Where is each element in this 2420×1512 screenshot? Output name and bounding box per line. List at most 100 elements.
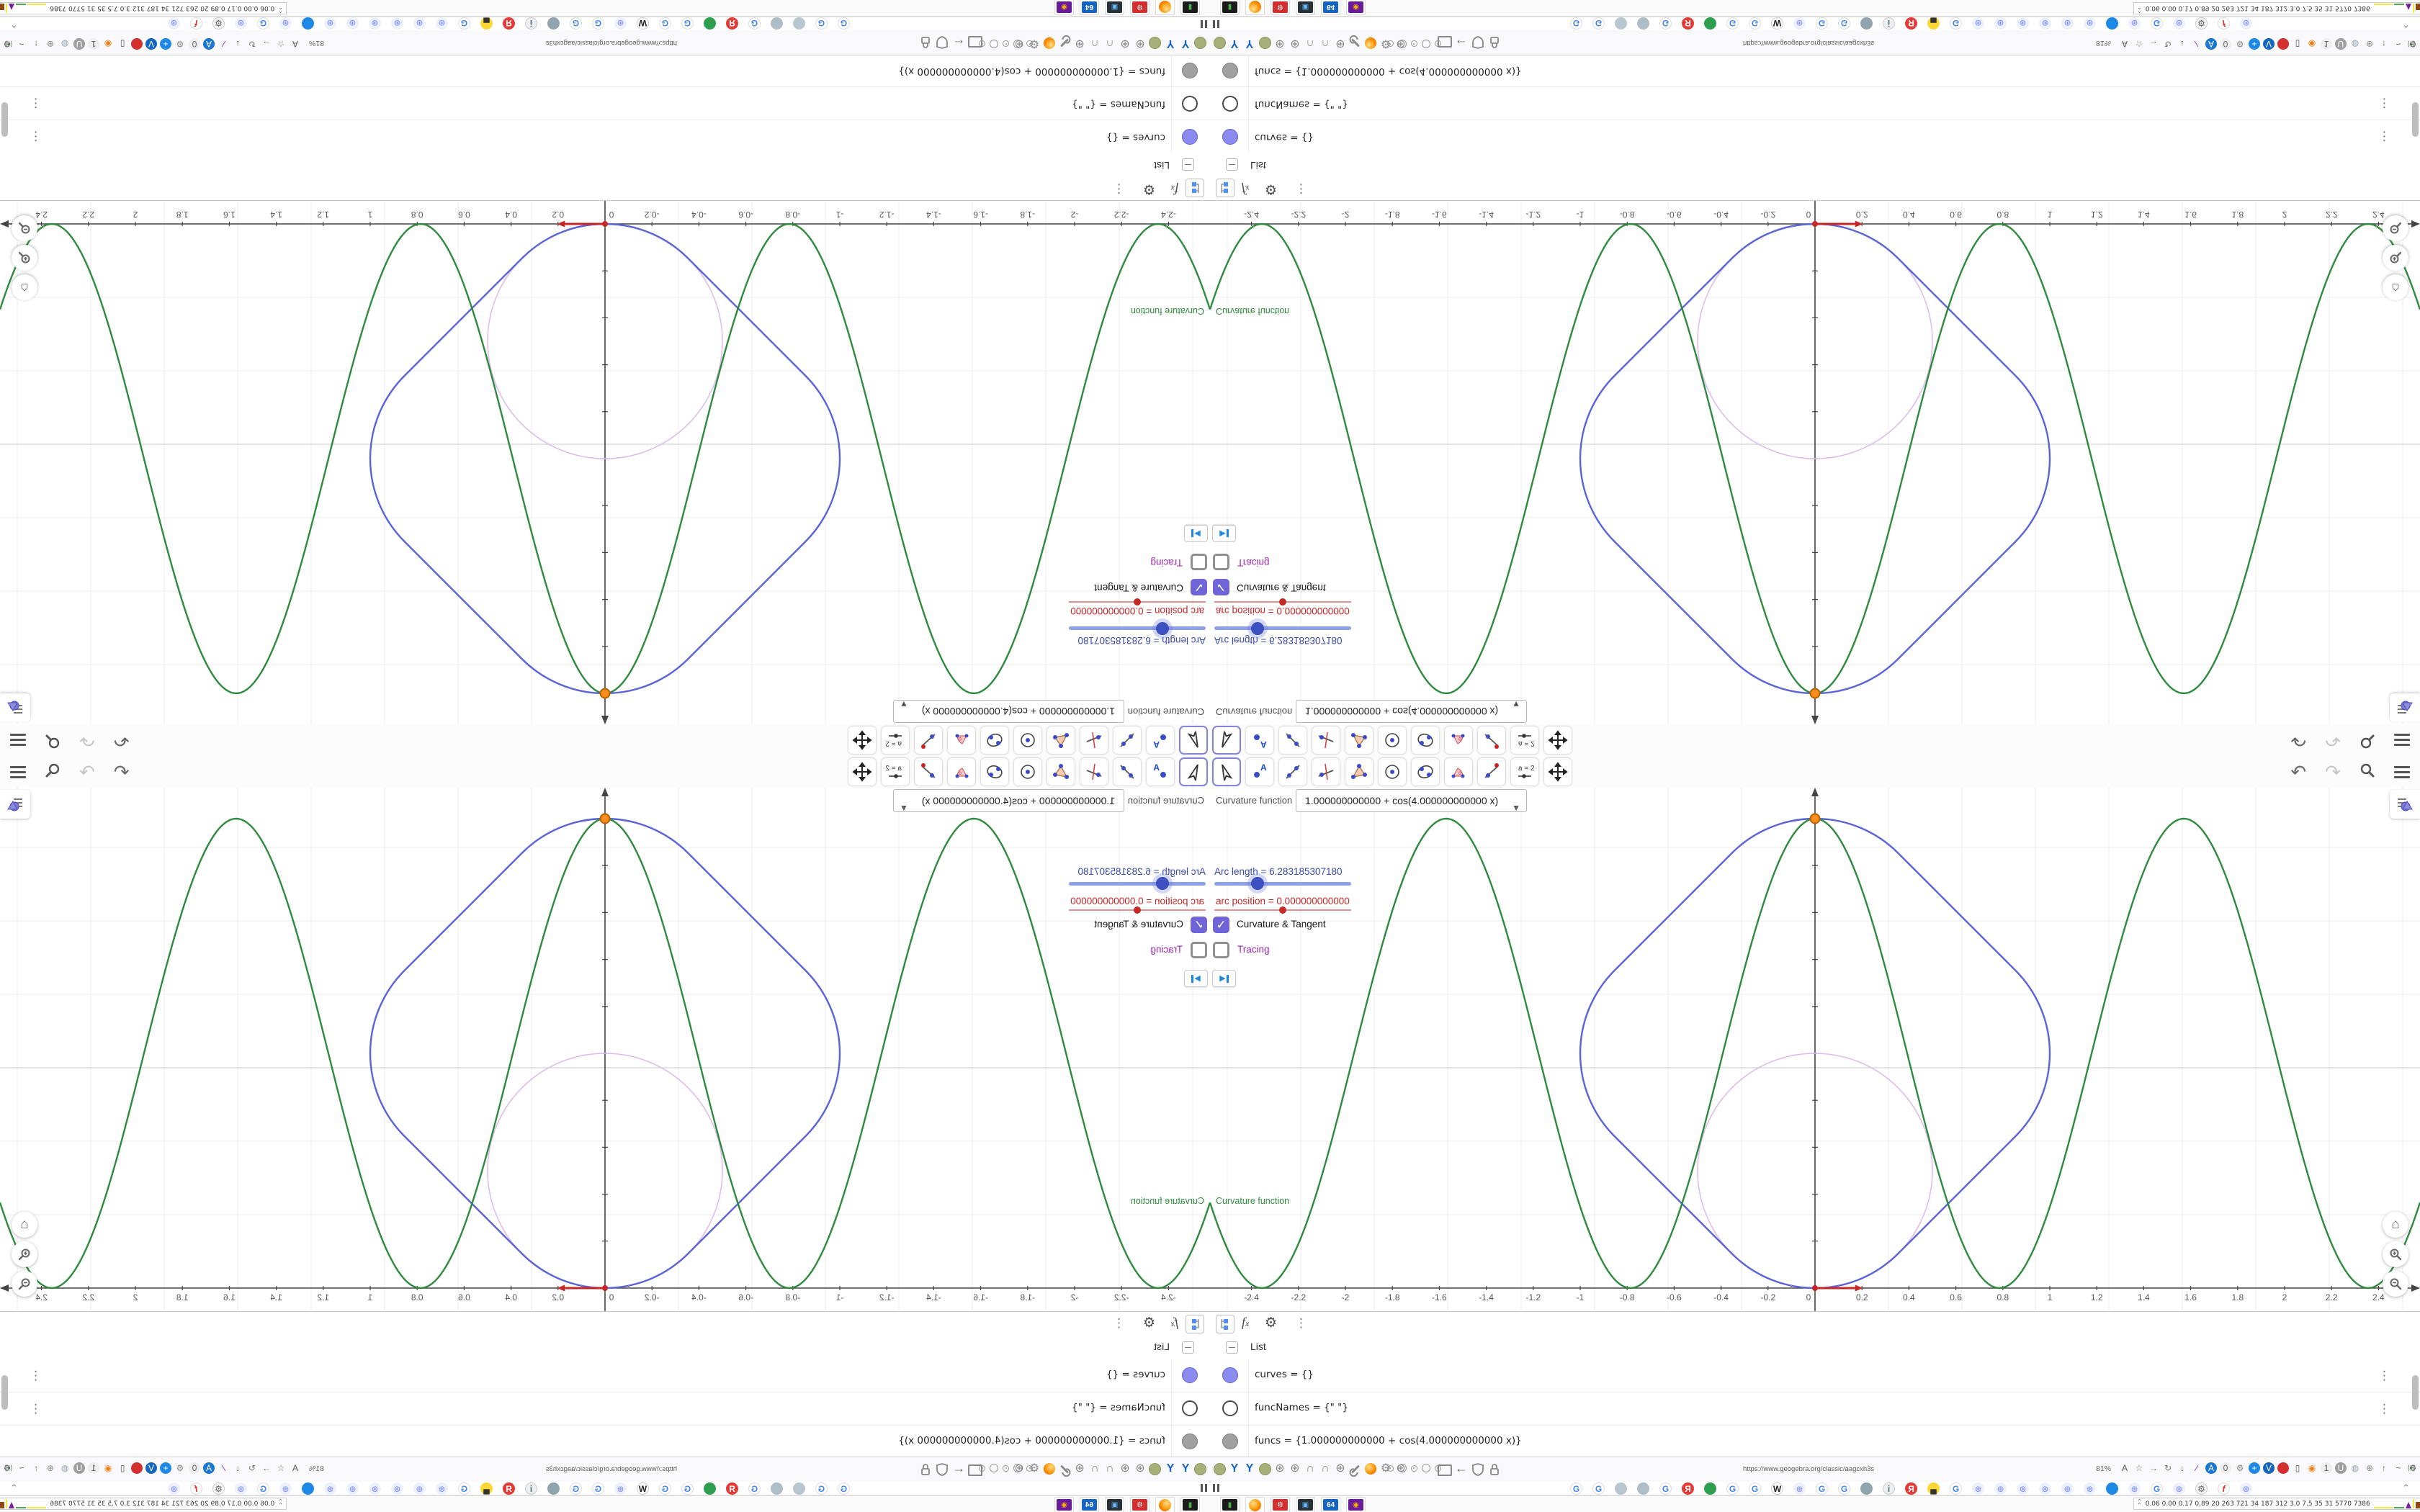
tab-favicons[interactable]: G G G Я G G W ⊛ G Gi Я ▄ G ⊛ ⊛ ⊛ ⊛ ⊛ ⊛ ⊛ G ⊛ ⚙ f ⊛: [1570, 1482, 2252, 1495]
tab-favicon[interactable]: [704, 1482, 716, 1495]
tab-favicon[interactable]: [771, 1482, 783, 1495]
extension-icon[interactable]: ◉: [2306, 38, 2318, 50]
firefox-icon[interactable]: [1364, 37, 1377, 50]
tab-favicon[interactable]: ⊛: [279, 1482, 292, 1495]
tab-favicon[interactable]: Я: [1905, 17, 1917, 30]
tab-favicon[interactable]: G: [659, 17, 671, 30]
polygon-tool[interactable]: [1345, 726, 1373, 755]
headset-icon[interactable]: ∩: [1088, 1462, 1101, 1475]
tab-favicon[interactable]: Я: [1905, 1482, 1917, 1495]
tab-favicon[interactable]: [1637, 17, 1649, 30]
redo-icon[interactable]: ↷: [2325, 762, 2341, 781]
angle-tool[interactable]: α: [1444, 757, 1473, 786]
back-arrow-icon[interactable]: ←: [952, 1461, 965, 1476]
dot-icon[interactable]: [1387, 1464, 1394, 1472]
tool-buttons[interactable]: A α a = 2: [848, 726, 1208, 755]
tab-favicon[interactable]: G: [257, 17, 269, 30]
extension-icon[interactable]: ↓: [2177, 38, 2188, 50]
gear-icon[interactable]: ⚙: [1143, 181, 1155, 197]
wrench-icon[interactable]: [1349, 37, 1362, 50]
zoom-out-button[interactable]: [2383, 215, 2408, 241]
tab-favicon[interactable]: W: [637, 1482, 649, 1495]
tab-favicon[interactable]: ⊛: [1972, 1482, 1984, 1495]
home-button[interactable]: ⌂: [2383, 1212, 2408, 1238]
browser-action-icons[interactable]: A ☆ → ↻ ↓ ∕ A 0 ⚙ + V ▯ ◉ 1 U ◍ ⊕ ↑ ~ ⚙: [2119, 38, 2419, 50]
browser-action-icons[interactable]: A ☆ → ↻ ↓ ∕ A 0 ⚙ + V ▯ ◉ 1 U ◍ ⊕ ↑ ~ ⚙: [2119, 1462, 2419, 1474]
extension-icon[interactable]: U: [73, 38, 85, 50]
perpendicular-line-tool[interactable]: [1312, 757, 1340, 786]
curvature-function-dropdown[interactable]: 1.000000000000 + cos(4.000000000000 x) ▼: [893, 699, 1124, 723]
perpendicular-line-tool[interactable]: [1312, 726, 1340, 755]
taskbar-apps[interactable]: ▮ ⚙ ▣ 64 ◉: [1220, 0, 1366, 15]
tab-favicon[interactable]: [302, 1482, 314, 1495]
tab-favicon[interactable]: i: [525, 1482, 537, 1495]
graphics-stylebar-toggle[interactable]: [2390, 790, 2420, 819]
line-point-tool[interactable]: [914, 757, 943, 786]
visibility-toggle[interactable]: [1222, 1400, 1238, 1416]
line-tool[interactable]: [1278, 726, 1307, 755]
visibility-toggle[interactable]: [1222, 96, 1238, 112]
tool-buttons[interactable]: A α a = 2: [848, 757, 1208, 786]
redo-icon[interactable]: ↷: [79, 729, 95, 751]
graphics-stylebar-toggle[interactable]: [0, 693, 30, 722]
y-icon[interactable]: Y: [1243, 1462, 1256, 1475]
tab-favicon[interactable]: ⊛: [413, 1482, 426, 1495]
dot-icon[interactable]: [1003, 40, 1009, 48]
shield-icon[interactable]: [1472, 36, 1484, 49]
graph-plot[interactable]: -2.4 -2.2 -2 -1.8 -1.6 -1.4 -1.2 -1 -0.8 -0.6 -0.4…: [0, 201, 1210, 724]
tab-favicon[interactable]: G: [1726, 1482, 1739, 1495]
extension-icon[interactable]: ▯: [2292, 38, 2303, 50]
browser-extension-icons[interactable]: Y Y ⊕ ⊕ ∩ ∩ ⊕ ⚙ ⊕: [1013, 37, 1207, 50]
globe-icon[interactable]: ⊕: [1134, 1462, 1147, 1475]
tab-favicon[interactable]: [704, 17, 716, 30]
tab-favicon[interactable]: ⊛: [346, 17, 359, 30]
tab-favicon[interactable]: ⊛: [1972, 17, 1984, 30]
y-icon[interactable]: Y: [1228, 37, 1241, 50]
zoom-in-button[interactable]: [2383, 1241, 2408, 1267]
taskbar-apps[interactable]: ▮ ⚙ ▣ 64 ◉: [1054, 0, 1200, 15]
taskbar-app-display[interactable]: ▣: [1296, 1497, 1315, 1512]
extension-icon[interactable]: [131, 38, 143, 50]
tab-favicon[interactable]: Я: [1682, 17, 1694, 30]
home-button[interactable]: ⌂: [12, 1212, 37, 1238]
extension-icon[interactable]: ⚙: [2234, 38, 2246, 50]
globe-icon[interactable]: ⊕: [1334, 1462, 1347, 1475]
extension-icon[interactable]: ⚙: [174, 1462, 186, 1474]
globe-icon[interactable]: ⊕: [1073, 37, 1086, 50]
extension-icon[interactable]: 1: [2321, 1462, 2332, 1474]
ellipse-tool[interactable]: [980, 757, 1009, 786]
menu-icon[interactable]: [2394, 765, 2410, 778]
polygon-tool[interactable]: [1047, 726, 1075, 755]
extension-icon[interactable]: A: [203, 38, 215, 50]
extension-icon[interactable]: ☆: [275, 38, 287, 50]
blob-icon[interactable]: [1149, 1462, 1162, 1475]
tab-favicon[interactable]: W: [637, 17, 649, 30]
row-kebab-icon[interactable]: ⋮: [2378, 129, 2390, 143]
extension-icon[interactable]: ◉: [102, 38, 114, 50]
graphics-view[interactable]: -2.4 -2.2 -2 -1.8 -1.6 -1.4 -1.2 -1 -0.8 -0.6 -0.4…: [0, 201, 1210, 724]
extension-icon[interactable]: ↑: [2378, 38, 2390, 50]
system-monitor[interactable]: ⌃ ⌃ 0.06 0.00 0.17 0.89 20 263 721 34 187…: [0, 1498, 287, 1510]
tab-favicon[interactable]: G: [748, 17, 761, 30]
tab-favicon[interactable]: Я: [1682, 1482, 1694, 1495]
curvature-tangent-checkbox[interactable]: ✓: [1191, 579, 1207, 595]
folder-icon[interactable]: [968, 1464, 982, 1476]
slider-tool[interactable]: a = 2: [1510, 757, 1539, 786]
extension-icon[interactable]: →: [261, 1462, 272, 1474]
system-monitor[interactable]: ⌃ ⌃ 0.06 0.00 0.17 0.89 20 263 721 34 187…: [2133, 2, 2420, 14]
blob-icon[interactable]: [1194, 37, 1207, 50]
tab-favicon[interactable]: ▄: [480, 1482, 493, 1495]
tab-favicon[interactable]: ⊛: [614, 1482, 627, 1495]
extension-icon[interactable]: ⚙: [174, 38, 186, 50]
arc-position-slider-handle[interactable]: [1134, 598, 1141, 606]
step-forward-button[interactable]: ▶: [1184, 970, 1208, 987]
taskbar-app-firefox[interactable]: [1155, 0, 1175, 15]
extension-icon[interactable]: →: [2148, 38, 2159, 50]
collapse-list-button[interactable]: [1182, 158, 1194, 171]
arc-position-slider-handle[interactable]: [1134, 906, 1141, 914]
tab-favicon[interactable]: [2106, 17, 2118, 30]
extension-dot-icons[interactable]: [979, 1464, 1033, 1472]
extension-icon[interactable]: +: [160, 38, 171, 50]
globe-icon[interactable]: ⊕: [1289, 1462, 1301, 1475]
taskbar-app-firefox[interactable]: [1245, 0, 1265, 15]
